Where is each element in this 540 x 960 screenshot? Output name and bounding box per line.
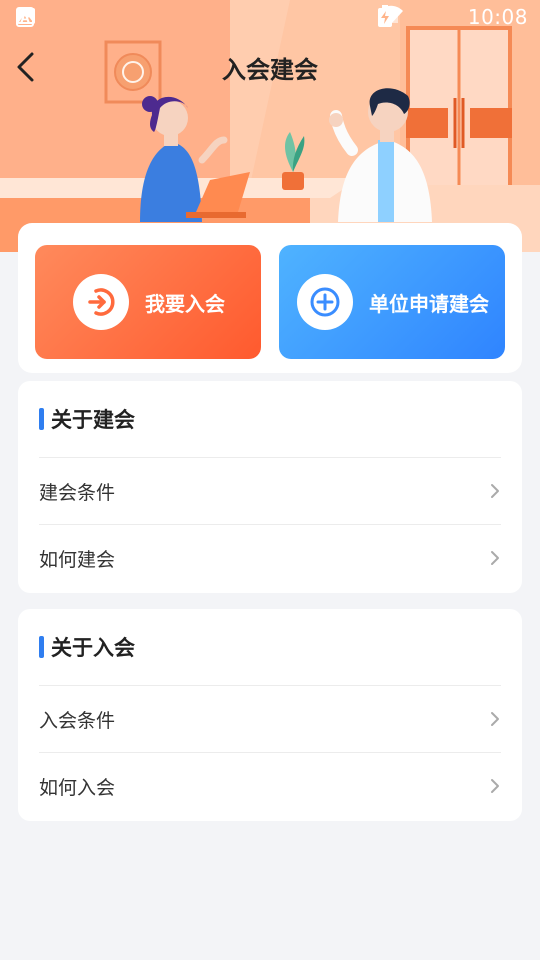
- chevron-right-icon: [491, 551, 499, 565]
- list-item-label: 建会条件: [39, 482, 116, 504]
- list-item-label: 如何入会: [39, 777, 116, 799]
- list-item-build-conditions[interactable]: 建会条件: [39, 457, 501, 524]
- section-header: 关于入会: [39, 631, 135, 663]
- list-item-join-conditions[interactable]: 入会条件: [39, 685, 501, 752]
- join-union-label: 我要入会: [145, 291, 225, 316]
- page-title: 入会建会: [222, 56, 318, 84]
- hero-banner: A 10:08 入会建会: [0, 0, 540, 252]
- section-title: 关于入会: [51, 636, 135, 660]
- list-item-how-to-join[interactable]: 如何入会: [39, 752, 501, 819]
- chevron-right-icon: [491, 484, 499, 498]
- section-header: 关于建会: [39, 403, 135, 435]
- section-accent-bar: [39, 408, 44, 430]
- chevron-right-icon: [491, 779, 499, 793]
- hero-illustration: [0, 0, 540, 252]
- list-item-how-to-build[interactable]: 如何建会: [39, 524, 501, 591]
- list-item-label: 如何建会: [39, 549, 116, 571]
- apply-build-union-button[interactable]: 单位申请建会: [279, 245, 505, 359]
- battery-charging-icon: [377, 5, 458, 27]
- section-accent-bar: [39, 636, 44, 658]
- status-bar: A 10:08: [0, 0, 540, 36]
- apply-build-union-label: 单位申请建会: [369, 291, 489, 316]
- action-panel: 我要入会 单位申请建会: [18, 223, 522, 373]
- login-arrow-icon: [73, 274, 129, 330]
- join-union-button[interactable]: 我要入会: [35, 245, 261, 359]
- section-title: 关于建会: [51, 408, 135, 432]
- text-a-icon: A: [16, 7, 70, 27]
- list-item-label: 入会条件: [39, 710, 116, 732]
- chevron-right-icon: [491, 712, 499, 726]
- about-build-section: 关于建会 建会条件 如何建会: [18, 381, 522, 593]
- status-time: 10:08: [467, 5, 528, 29]
- svg-text:A: A: [20, 11, 30, 25]
- plus-circle-icon: [297, 274, 353, 330]
- signal-icon: [379, 7, 428, 27]
- about-join-section: 关于入会 入会条件 如何入会: [18, 609, 522, 821]
